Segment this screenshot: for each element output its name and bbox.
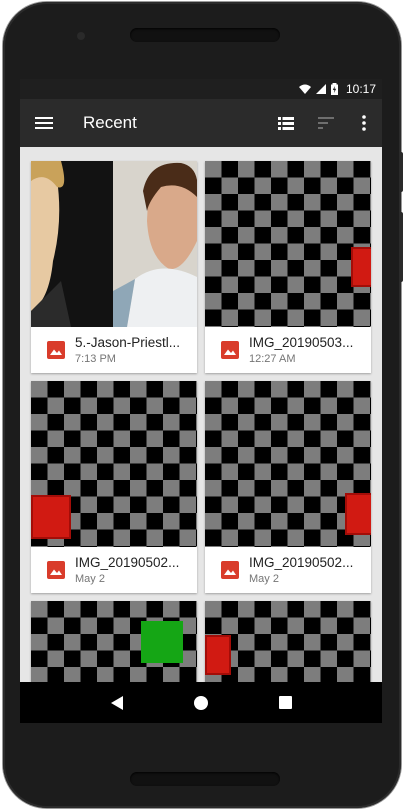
file-thumbnail (205, 381, 371, 547)
list-view-icon (278, 116, 294, 130)
page-title: Recent (83, 113, 137, 132)
hamburger-icon (35, 117, 53, 129)
file-card[interactable]: IMG_20190502... May 2 (31, 381, 197, 593)
wifi-icon (298, 84, 311, 94)
file-thumbnail (205, 161, 371, 327)
file-date: 7:13 PM (75, 353, 116, 365)
status-bar: 10:17 (20, 79, 382, 99)
file-name: IMG_20190502... (249, 555, 354, 570)
image-file-icon (221, 341, 239, 359)
battery-icon (330, 83, 338, 95)
image-file-icon (47, 561, 65, 579)
photo-thumbnail (31, 161, 197, 327)
file-info: IMG_20190502... May 2 (31, 547, 197, 593)
file-info: 5.-Jason-Priestl... 7:13 PM (31, 327, 197, 373)
image-file-icon (221, 561, 239, 579)
red-square (351, 247, 371, 287)
file-date: May 2 (249, 573, 279, 585)
overflow-menu-button[interactable] (346, 99, 382, 147)
red-square (31, 495, 71, 539)
image-file-icon (47, 341, 65, 359)
file-thumbnail (31, 381, 197, 547)
file-card[interactable] (31, 601, 197, 682)
green-square (141, 621, 183, 663)
list-view-button[interactable] (266, 99, 306, 147)
file-thumbnail (31, 161, 197, 327)
file-name: IMG_20190502... (75, 555, 180, 570)
top-speaker (130, 28, 280, 42)
front-camera (77, 32, 85, 40)
signal-icon (315, 84, 326, 94)
red-square (205, 635, 231, 675)
menu-button[interactable] (20, 99, 68, 147)
screen: 10:17 Recent 5.-Jason-Priestl... 7:13 PM… (20, 79, 382, 723)
power-button (399, 152, 403, 192)
file-date: May 2 (75, 573, 105, 585)
red-square (345, 493, 371, 535)
checkerboard-image (205, 161, 371, 327)
file-thumbnail (205, 601, 371, 682)
more-vert-icon (362, 115, 366, 131)
recent-files-grid: 5.-Jason-Priestl... 7:13 PM IMG_20190503… (20, 147, 382, 682)
back-button[interactable] (97, 682, 137, 723)
navigation-bar (20, 682, 382, 723)
recents-button[interactable] (265, 682, 305, 723)
recents-icon (278, 696, 292, 709)
file-card[interactable]: IMG_20190503... 12:27 AM (205, 161, 371, 373)
file-card[interactable]: 5.-Jason-Priestl... 7:13 PM (31, 161, 197, 373)
volume-button (399, 212, 403, 282)
sort-button[interactable] (306, 99, 346, 147)
bottom-speaker (130, 772, 280, 786)
back-icon (111, 695, 123, 710)
file-card[interactable] (205, 601, 371, 682)
file-thumbnail (31, 601, 197, 682)
home-button[interactable] (181, 682, 221, 723)
file-date: 12:27 AM (249, 353, 296, 365)
file-name: IMG_20190503... (249, 335, 354, 350)
file-card[interactable]: IMG_20190502... May 2 (205, 381, 371, 593)
file-info: IMG_20190503... 12:27 AM (205, 327, 371, 373)
sort-icon (318, 117, 334, 129)
file-name: 5.-Jason-Priestl... (75, 335, 181, 350)
home-icon (194, 695, 208, 710)
clock: 10:17 (345, 82, 376, 96)
file-info: IMG_20190502... May 2 (205, 547, 371, 593)
app-bar: Recent (20, 99, 382, 147)
